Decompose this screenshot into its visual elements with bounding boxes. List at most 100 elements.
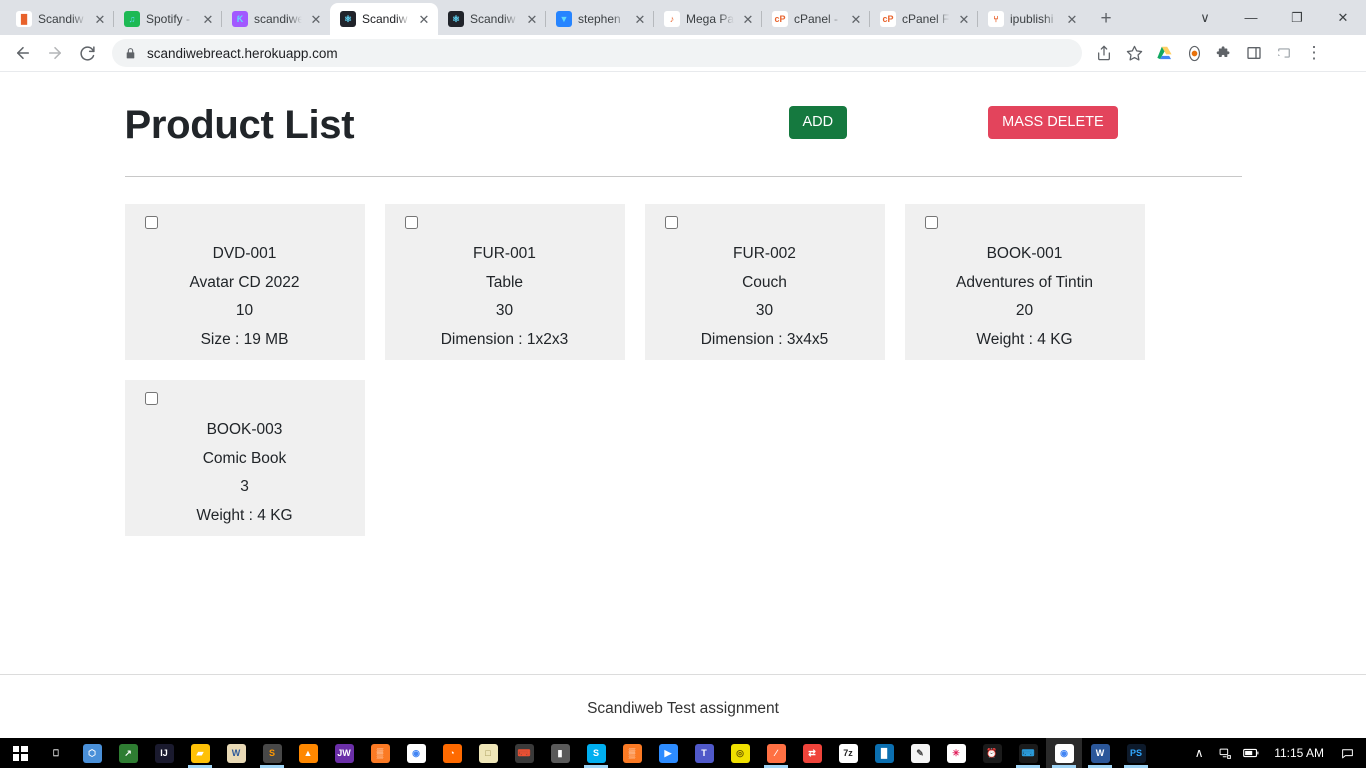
product-card: FUR-002 Couch 30 Dimension : 3x4x5 xyxy=(644,204,885,360)
tab-close-icon[interactable]: ✕ xyxy=(308,11,324,27)
forward-icon[interactable] xyxy=(40,38,70,68)
windows-logo-icon xyxy=(12,745,28,761)
tab-close-icon[interactable]: ✕ xyxy=(524,11,540,27)
notepad-icon: ✎ xyxy=(910,743,930,763)
taskbar-microsoft-word[interactable]: W xyxy=(218,738,254,768)
browser-tab[interactable]: ♫ Spotify - ✕ xyxy=(113,3,222,35)
taskbar-task-view[interactable]: ⎕ xyxy=(38,738,74,768)
product-select-checkbox[interactable] xyxy=(144,216,158,229)
taskbar-visual-studio-code[interactable]: ⌨ xyxy=(1010,738,1046,768)
taskbar-mozilla-firefox[interactable]: ◔ xyxy=(434,738,470,768)
taskbar-file-explorer[interactable]: ▰ xyxy=(182,738,218,768)
taskbar-adobe-photoshop[interactable]: PS xyxy=(1118,738,1154,768)
tab-close-icon[interactable]: ✕ xyxy=(740,11,756,27)
taskbar-alarms-clock[interactable]: ⏰ xyxy=(974,738,1010,768)
google-drive-icon[interactable] xyxy=(1150,39,1178,67)
taskbar-7zip[interactable]: 7z xyxy=(830,738,866,768)
profile-avatar-icon[interactable] xyxy=(1180,39,1208,67)
taskbar-microsoft-word[interactable]: W xyxy=(1082,738,1118,768)
taskbar-zoom[interactable]: ▶ xyxy=(650,738,686,768)
taskbar-jetbrains-webstorm[interactable]: JW xyxy=(326,738,362,768)
tab-close-icon[interactable]: ✕ xyxy=(416,11,432,27)
browser-tab[interactable]: ⚛ Scandiw ✕ xyxy=(330,3,438,35)
minimize-icon[interactable]: — xyxy=(1228,2,1274,34)
phpmyadmin-icon: ⑂ xyxy=(988,11,1004,27)
taskbar-google-chrome[interactable]: ◉ xyxy=(1046,738,1082,768)
product-price: 30 xyxy=(755,302,774,320)
product-select-checkbox[interactable] xyxy=(144,392,158,405)
tab-search-icon[interactable]: ∨ xyxy=(1182,2,1228,34)
mass-delete-button[interactable]: MASS DELETE xyxy=(988,106,1118,139)
file-explorer-icon: ▰ xyxy=(190,743,210,763)
intellij-idea-icon: IJ xyxy=(154,743,174,763)
product-card-body: FUR-001 Table 30 Dimension : 1x2x3 xyxy=(385,245,625,349)
maximize-icon[interactable]: ❐ xyxy=(1274,2,1320,34)
xampp-icon: ▒ xyxy=(622,743,642,763)
tab-close-icon[interactable]: ✕ xyxy=(200,11,216,27)
google-chrome-icon: ◉ xyxy=(406,743,426,763)
task-view-icon: ⎕ xyxy=(53,747,59,758)
taskbar-sticky-notes[interactable]: □ xyxy=(470,738,506,768)
browser-tab[interactable]: ⑂ ipublishi ✕ xyxy=(977,3,1086,35)
alarms-clock-icon: ⏰ xyxy=(982,743,1002,763)
taskbar-vlc-media-player[interactable]: ▲ xyxy=(290,738,326,768)
add-button[interactable]: ADD xyxy=(788,106,848,139)
taskbar-intellij-idea[interactable]: IJ xyxy=(146,738,182,768)
show-hidden-icons-icon[interactable]: ∧ xyxy=(1186,738,1212,768)
taskbar-slash-app[interactable]: ∕ xyxy=(758,738,794,768)
taskbar-skype[interactable]: S xyxy=(578,738,614,768)
share-icon[interactable] xyxy=(1090,39,1118,67)
browser-tab[interactable]: cP cPanel F ✕ xyxy=(869,3,978,35)
taskbar-xampp[interactable]: ▒ xyxy=(614,738,650,768)
footer-text: Scandiweb Test assignment xyxy=(587,700,779,717)
start-button[interactable] xyxy=(2,738,38,768)
taskbar-slack[interactable]: ✳ xyxy=(938,738,974,768)
tab-close-icon[interactable]: ✕ xyxy=(1064,11,1080,27)
product-select-checkbox[interactable] xyxy=(664,216,678,229)
battery-icon[interactable] xyxy=(1238,738,1264,768)
taskbar-bitwarden[interactable]: ◎ xyxy=(722,738,758,768)
taskbar-sublime-text[interactable]: S xyxy=(254,738,290,768)
taskbar-xampp-control-panel[interactable]: ▒ xyxy=(362,738,398,768)
back-icon[interactable] xyxy=(8,38,38,68)
skype-icon: S xyxy=(586,743,606,763)
taskbar-anydesk[interactable]: ⇄ xyxy=(794,738,830,768)
taskbar-google-chrome[interactable]: ◉ xyxy=(398,738,434,768)
browser-tab[interactable]: ▼ stephen ✕ xyxy=(545,3,654,35)
new-tab-button[interactable]: + xyxy=(1092,5,1120,33)
notifications-icon[interactable] xyxy=(1334,738,1360,768)
taskbar-sharex[interactable]: ↗ xyxy=(110,738,146,768)
address-bar[interactable]: scandiwebreact.herokuapp.com xyxy=(112,39,1082,67)
sidebar-icon[interactable] xyxy=(1240,39,1268,67)
mozilla-firefox-icon: ◔ xyxy=(442,743,462,763)
taskbar-git-bash[interactable]: ⌨ xyxy=(506,738,542,768)
taskbar-scandiweb-app[interactable]: ▐▌ xyxy=(866,738,902,768)
extensions-puzzle-icon[interactable] xyxy=(1210,39,1238,67)
browser-tab[interactable]: cP cPanel - ✕ xyxy=(761,3,870,35)
react-icon: ⚛ xyxy=(448,11,464,27)
product-select-checkbox[interactable] xyxy=(924,216,938,229)
tab-close-icon[interactable]: ✕ xyxy=(848,11,864,27)
taskbar-microsoft-teams[interactable]: T xyxy=(686,738,722,768)
taskbar-notepad[interactable]: ✎ xyxy=(902,738,938,768)
reload-icon[interactable] xyxy=(72,38,102,68)
taskbar-command-prompt[interactable]: ▮ xyxy=(542,738,578,768)
cast-icon[interactable] xyxy=(1270,39,1298,67)
browser-tab[interactable]: ♪ Mega Pa ✕ xyxy=(653,3,762,35)
tab-close-icon[interactable]: ✕ xyxy=(92,11,108,27)
browser-menu-icon[interactable]: ⋮ xyxy=(1300,39,1328,67)
network-icon[interactable] xyxy=(1212,738,1238,768)
tab-title: ipublishi xyxy=(1010,12,1054,26)
tab-close-icon[interactable]: ✕ xyxy=(632,11,648,27)
product-select-checkbox[interactable] xyxy=(404,216,418,229)
product-name: Comic Book xyxy=(202,449,287,467)
system-clock[interactable]: 11:15 AM xyxy=(1264,746,1334,760)
tab-close-icon[interactable]: ✕ xyxy=(956,11,972,27)
close-window-icon[interactable]: ✕ xyxy=(1320,2,1366,34)
browser-tab[interactable]: ⚛ Scandiw ✕ xyxy=(438,3,546,35)
page-header: Product List ADD MASS DELETE xyxy=(125,100,1242,150)
browser-tab[interactable]: ▐▌ Scandiw ✕ xyxy=(6,3,114,35)
taskbar-3d-viewer[interactable]: ⬡ xyxy=(74,738,110,768)
bookmark-star-icon[interactable] xyxy=(1120,39,1148,67)
browser-tab[interactable]: Ƙscandiwe ✕ xyxy=(221,3,330,35)
